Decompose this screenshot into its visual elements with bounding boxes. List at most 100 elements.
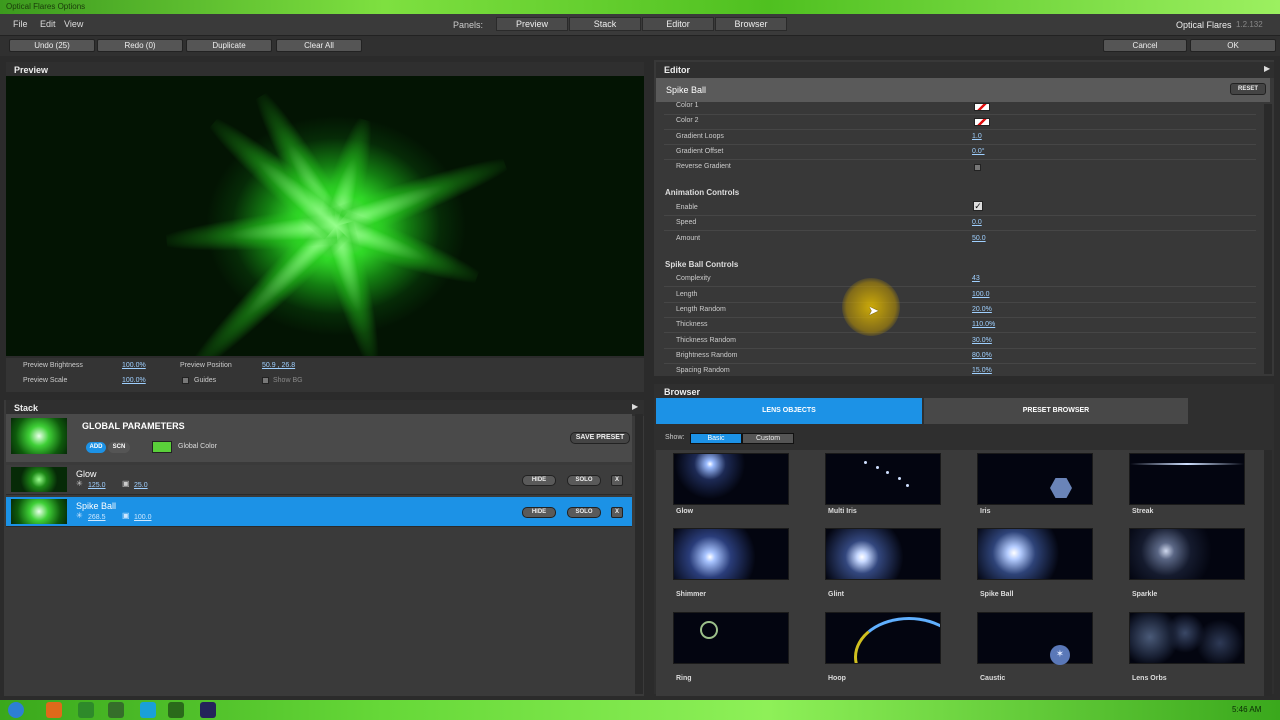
brightness-icon: ✳ <box>76 479 83 488</box>
layer-row-glow[interactable]: Glow ✳ 125.0 ▣ 25.0 HIDE SOLO X <box>6 465 632 495</box>
tab-stack[interactable]: Stack <box>569 17 641 31</box>
layer-row-spike-ball[interactable]: Spike Ball ✳ 268.5 ▣ 100.0 HIDE SOLO X <box>6 497 632 527</box>
caustic-icon: ✶ <box>1050 645 1070 665</box>
divider <box>664 302 1256 303</box>
cancel-button[interactable]: Cancel <box>1103 39 1187 52</box>
solo-button[interactable]: SOLO <box>567 475 601 486</box>
hide-button[interactable]: HIDE <box>522 475 556 486</box>
layer-name: Spike Ball <box>76 501 117 511</box>
start-button-icon[interactable] <box>8 702 24 718</box>
lens-object-lens-orbs[interactable] <box>1129 612 1245 664</box>
show-bg-checkbox[interactable] <box>262 377 269 384</box>
lens-object-hoop[interactable] <box>825 612 941 664</box>
hoop-shape <box>854 617 940 663</box>
reverse-gradient-checkbox[interactable] <box>974 164 981 171</box>
app-icon[interactable] <box>78 702 94 718</box>
lens-object-multi-iris[interactable] <box>825 453 941 505</box>
lens-object-spike-ball[interactable] <box>977 528 1093 580</box>
lens-object-iris[interactable] <box>977 453 1093 505</box>
length-random-label: Length Random <box>676 306 726 313</box>
layer-brightness-value[interactable]: 125.0 <box>88 482 106 489</box>
after-effects-icon[interactable] <box>200 702 216 718</box>
global-parameters-row[interactable]: GLOBAL PARAMETERS ADD SCN Global Color S… <box>6 414 632 462</box>
guides-checkbox[interactable] <box>182 377 189 384</box>
clear-all-button[interactable]: Clear All <box>276 39 362 52</box>
lens-object-label: Hoop <box>828 675 846 682</box>
thickness-value[interactable]: 110.0% <box>972 321 995 328</box>
taskbar: 5:46 AM <box>0 700 1280 720</box>
preview-viewport[interactable] <box>6 76 644 356</box>
app-icon[interactable] <box>168 702 184 718</box>
browser-scrollbar[interactable] <box>1264 450 1272 696</box>
hide-button[interactable]: HIDE <box>522 507 556 518</box>
complexity-value[interactable]: 43 <box>972 275 980 282</box>
length-value[interactable]: 100.0 <box>972 291 990 298</box>
save-preset-button[interactable]: SAVE PRESET <box>570 432 630 444</box>
amount-value[interactable]: 50.0 <box>972 235 986 242</box>
global-color-label: Global Color <box>178 443 217 450</box>
tab-preview[interactable]: Preview <box>496 17 568 31</box>
ok-button[interactable]: OK <box>1190 39 1276 52</box>
menu-file[interactable]: File <box>13 19 28 29</box>
solo-button[interactable]: SOLO <box>567 507 601 518</box>
stack-scrollbar[interactable] <box>635 414 643 694</box>
spacing-random-value[interactable]: 15.0% <box>972 367 992 374</box>
tab-browser[interactable]: Browser <box>715 17 787 31</box>
divider <box>664 114 1256 115</box>
preview-position-value[interactable]: 50.9 , 26.8 <box>262 362 295 369</box>
tab-preset-browser[interactable]: PRESET BROWSER <box>924 398 1188 424</box>
scn-button[interactable]: SCN <box>108 442 130 453</box>
gradient-offset-value[interactable]: 0.0° <box>972 148 985 155</box>
add-button[interactable]: ADD <box>86 442 106 453</box>
delete-layer-button[interactable]: X <box>611 475 623 486</box>
lens-object-caustic[interactable]: ✶ <box>977 612 1093 665</box>
color2-swatch[interactable] <box>974 118 990 126</box>
layer-name: Glow <box>76 469 97 479</box>
skype-icon[interactable] <box>140 702 156 718</box>
lens-object-shimmer[interactable] <box>673 528 789 580</box>
enable-checkbox[interactable]: ✓ <box>973 201 983 211</box>
divider <box>664 348 1256 349</box>
duplicate-button[interactable]: Duplicate <box>186 39 272 52</box>
panels-label: Panels: <box>453 20 484 30</box>
redo-button[interactable]: Redo (0) <box>97 39 183 52</box>
length-random-value[interactable]: 20.0% <box>972 306 992 313</box>
layer-thumbnail <box>11 499 67 524</box>
undo-button[interactable]: Undo (25) <box>9 39 95 52</box>
app-icon[interactable] <box>108 702 124 718</box>
app-version: 1.2.132 <box>1236 20 1263 29</box>
layer-brightness-value[interactable]: 268.5 <box>88 514 106 521</box>
divider <box>664 144 1256 145</box>
firefox-icon[interactable] <box>46 702 62 718</box>
iris-dot <box>864 461 867 464</box>
editor-expand-icon[interactable]: ▶ <box>1264 64 1270 73</box>
gradient-loops-value[interactable]: 1.0 <box>972 133 982 140</box>
reset-button[interactable]: RESET <box>1230 83 1266 95</box>
lens-object-sparkle[interactable] <box>1129 528 1245 580</box>
editor-scrollbar[interactable] <box>1264 104 1272 374</box>
global-color-swatch[interactable] <box>152 441 172 453</box>
lens-object-glint[interactable] <box>825 528 941 580</box>
speed-value[interactable]: 0.0 <box>972 219 982 226</box>
brightness-random-label: Brightness Random <box>676 352 738 359</box>
brightness-random-value[interactable]: 80.0% <box>972 352 992 359</box>
tab-preset-browser-label: PRESET BROWSER <box>1022 407 1090 414</box>
lens-object-ring[interactable] <box>673 612 789 664</box>
menu-edit[interactable]: Edit <box>40 19 56 29</box>
lens-object-streak[interactable] <box>1129 453 1245 505</box>
menu-view[interactable]: View <box>64 19 83 29</box>
lens-object-glow[interactable] <box>673 453 789 505</box>
layer-scale-value[interactable]: 100.0 <box>134 514 152 521</box>
preview-scale-value[interactable]: 100.0% <box>122 377 146 384</box>
preview-position-label: Preview Position <box>180 362 232 369</box>
custom-toggle[interactable]: Custom <box>742 433 794 444</box>
preview-brightness-value[interactable]: 100.0% <box>122 362 146 369</box>
thickness-random-value[interactable]: 30.0% <box>972 337 992 344</box>
stack-expand-icon[interactable]: ▶ <box>632 402 638 411</box>
layer-scale-value[interactable]: 25.0 <box>134 482 148 489</box>
tab-editor[interactable]: Editor <box>642 17 714 31</box>
delete-layer-button[interactable]: X <box>611 507 623 518</box>
tab-lens-objects[interactable]: LENS OBJECTS <box>656 398 922 424</box>
color1-swatch[interactable] <box>974 103 990 111</box>
basic-toggle[interactable]: Basic <box>690 433 742 444</box>
